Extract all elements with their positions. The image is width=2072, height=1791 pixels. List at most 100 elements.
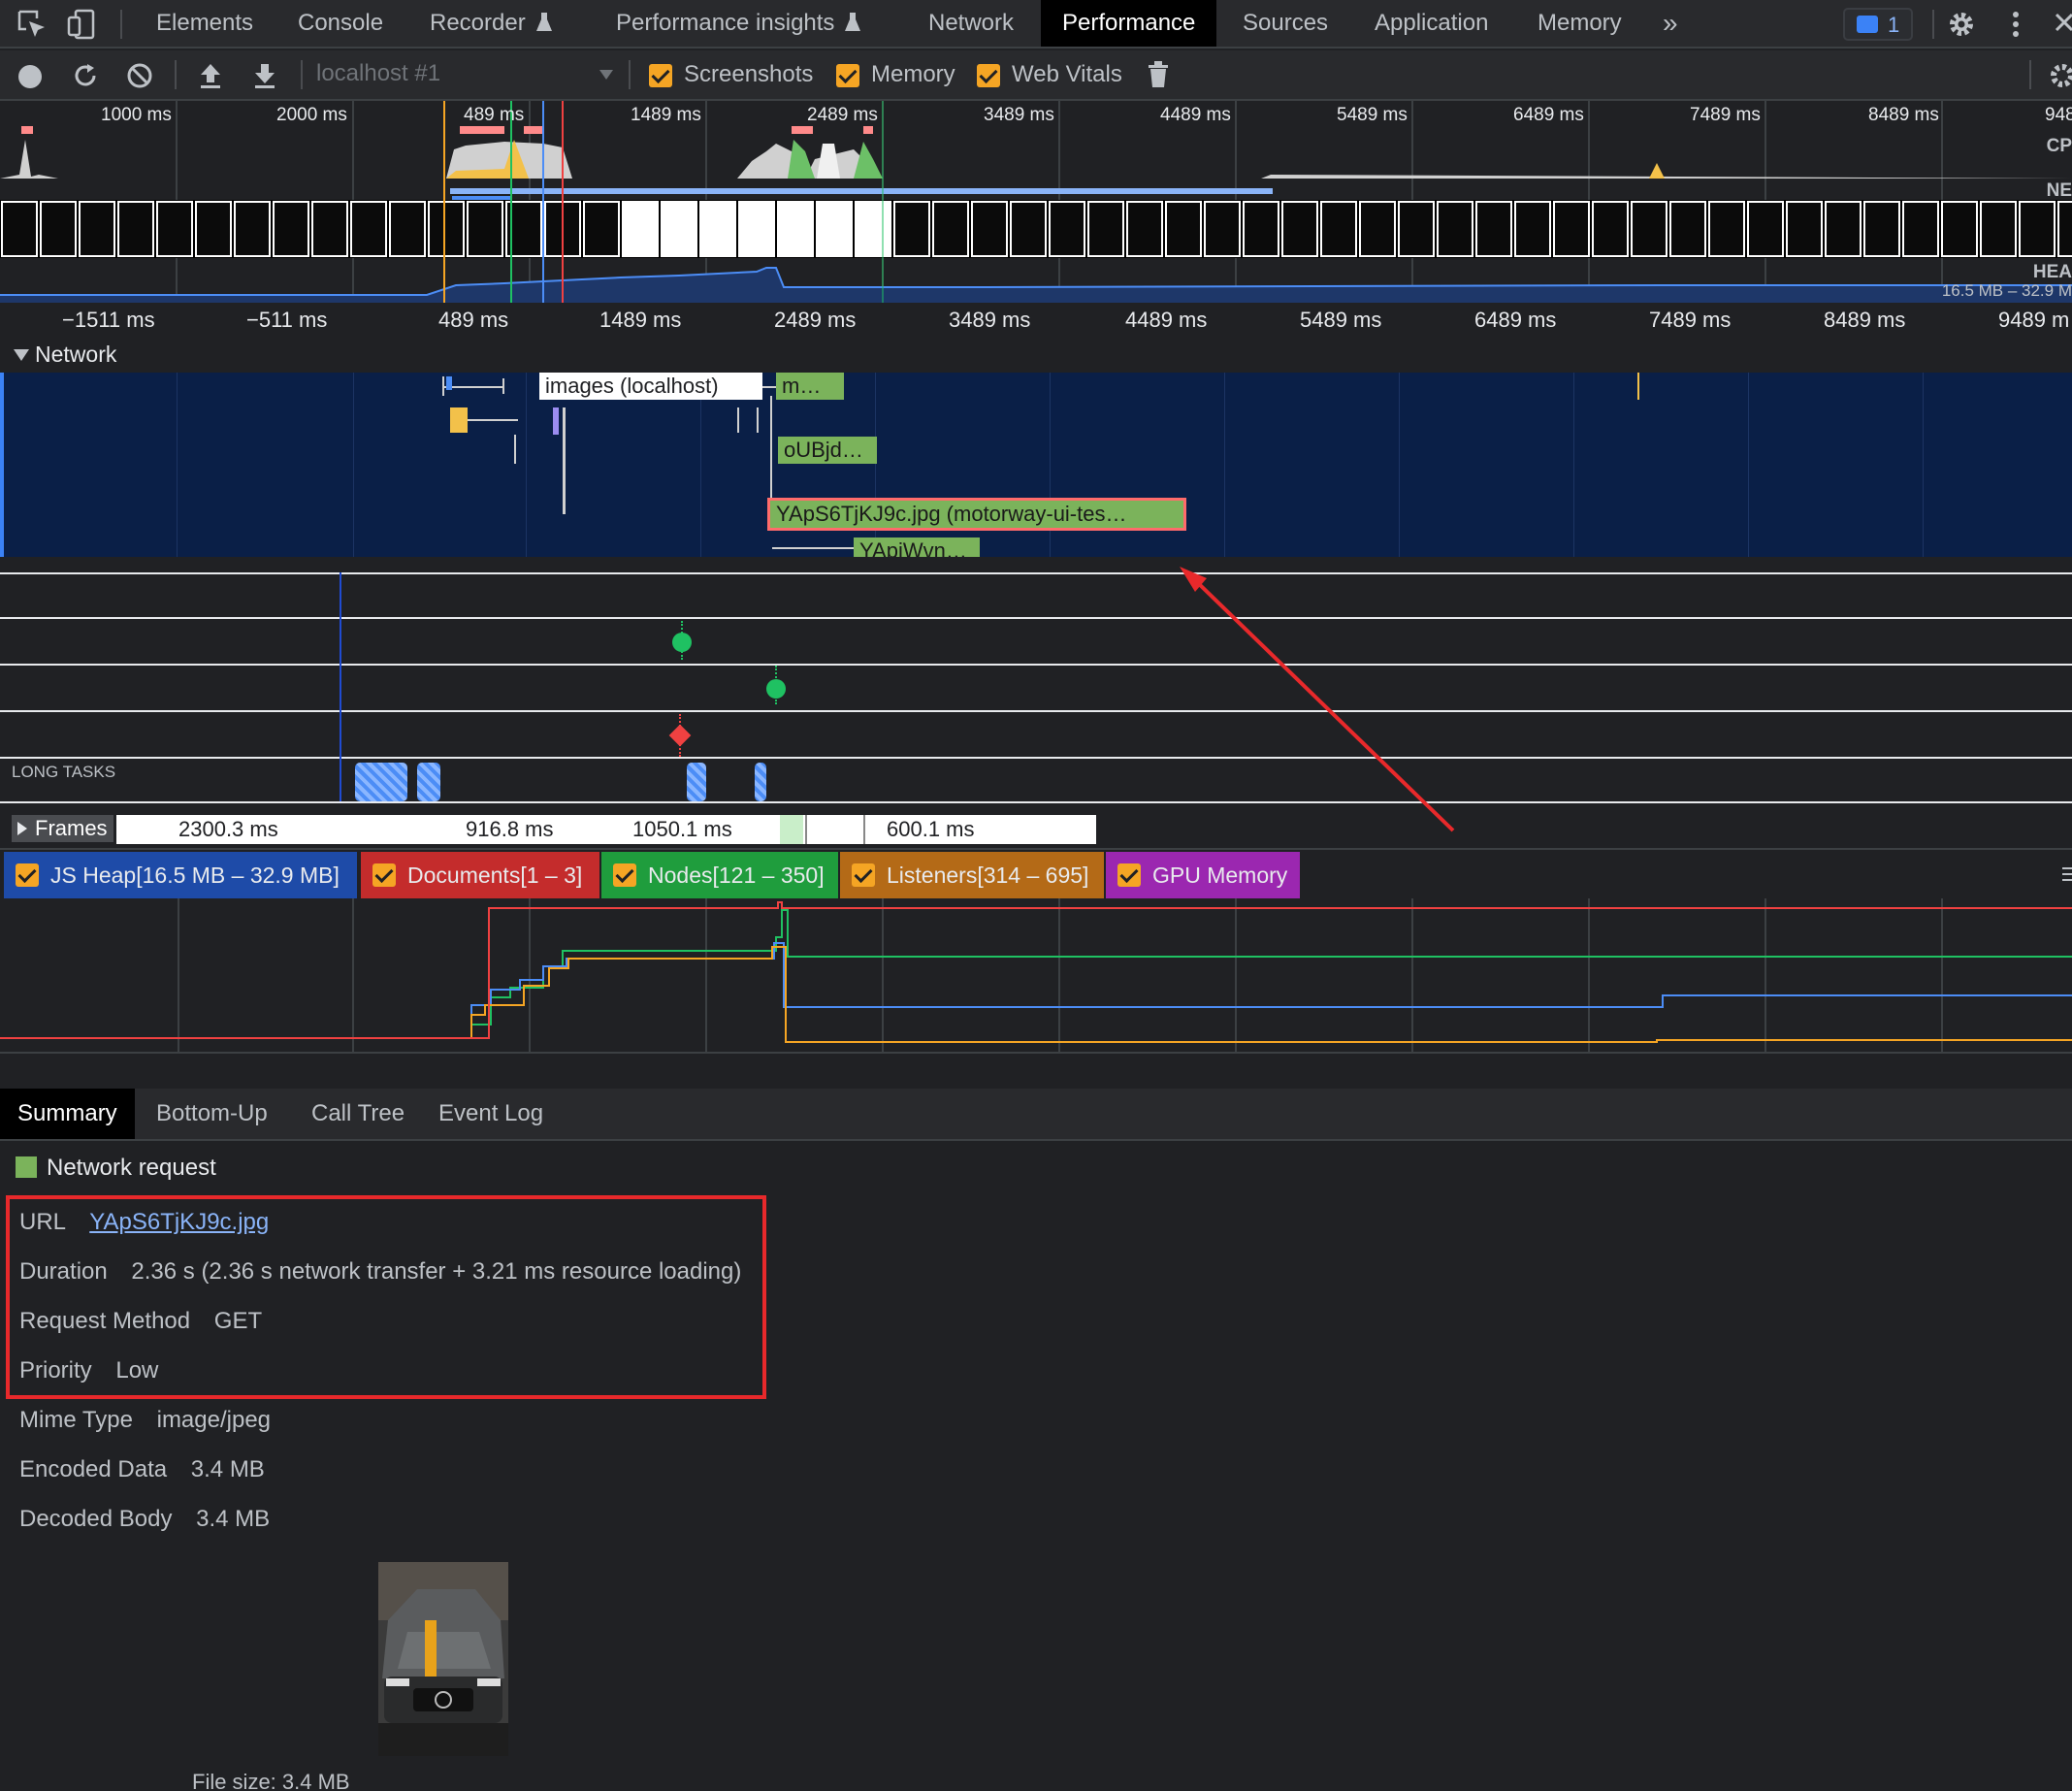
tab-call-tree[interactable]: Call Tree xyxy=(311,1089,405,1139)
inspect-element-icon[interactable] xyxy=(16,8,49,41)
tab-elements[interactable]: Elements xyxy=(156,0,253,47)
screenshot-frame[interactable] xyxy=(1398,201,1435,257)
tab-summary[interactable]: Summary xyxy=(0,1089,135,1139)
screenshot-frame[interactable] xyxy=(1049,201,1085,257)
network-track-header[interactable]: Network xyxy=(0,338,2072,373)
screenshot-frame[interactable] xyxy=(816,201,853,257)
download-icon[interactable] xyxy=(252,62,277,89)
screenshot-frame[interactable] xyxy=(1553,201,1590,257)
screenshot-frame[interactable] xyxy=(1825,201,1862,257)
capture-settings-gear-icon[interactable] xyxy=(2049,62,2072,89)
network-request-bar[interactable]: images (localhost) xyxy=(539,373,762,400)
screenshot-frame[interactable] xyxy=(1863,201,1900,257)
issues-badge[interactable]: 1 xyxy=(1843,8,1913,41)
screenshot-frame[interactable] xyxy=(40,201,77,257)
screenshot-frame[interactable] xyxy=(1087,201,1124,257)
screenshot-frame[interactable] xyxy=(389,201,426,257)
screenshot-frame[interactable] xyxy=(1747,201,1784,257)
tab-sources[interactable]: Sources xyxy=(1243,0,1328,47)
tab-application[interactable]: Application xyxy=(1375,0,1488,47)
long-task-block[interactable] xyxy=(355,763,407,801)
screenshot-frame[interactable] xyxy=(583,201,620,257)
screenshot-frame[interactable] xyxy=(117,201,154,257)
frames-track-toggle[interactable]: Frames xyxy=(12,815,113,842)
screenshot-frame[interactable] xyxy=(855,201,891,257)
js-heap-counter[interactable]: JS Heap[16.5 MB – 32.9 MB] xyxy=(4,852,357,898)
screenshot-frame[interactable] xyxy=(195,201,232,257)
screenshot-frame[interactable] xyxy=(1475,201,1512,257)
screenshot-frame[interactable] xyxy=(1592,201,1629,257)
frame-duration[interactable]: 1050.1 ms xyxy=(632,815,732,844)
screenshot-frame[interactable] xyxy=(350,201,387,257)
target-select[interactable]: localhost #1 xyxy=(316,60,617,91)
screenshot-frame[interactable] xyxy=(661,201,697,257)
network-request-bar[interactable]: YApiWvn… xyxy=(854,537,980,557)
screenshot-frame[interactable] xyxy=(79,201,115,257)
selected-network-request-bar[interactable]: YApS6TjKJ9c.jpg (motorway-ui-tes… xyxy=(767,498,1186,531)
screenshot-frame[interactable] xyxy=(1204,201,1241,257)
reload-record-icon[interactable] xyxy=(72,62,99,89)
close-icon[interactable] xyxy=(2053,11,2072,38)
upload-icon[interactable] xyxy=(198,62,223,89)
screenshot-frame[interactable] xyxy=(1281,201,1318,257)
long-task-block[interactable] xyxy=(417,763,440,801)
tab-bottom-up[interactable]: Bottom-Up xyxy=(156,1089,268,1139)
screenshot-frame[interactable] xyxy=(1,201,38,257)
record-icon[interactable] xyxy=(17,64,43,89)
screenshot-frame[interactable] xyxy=(156,201,193,257)
frame-duration[interactable]: 600.1 ms xyxy=(887,815,975,844)
tab-memory[interactable]: Memory xyxy=(1538,0,1622,47)
tab-performance[interactable]: Performance xyxy=(1041,0,1217,47)
nodes-counter[interactable]: Nodes[121 – 350] xyxy=(601,852,838,898)
screenshot-frame[interactable] xyxy=(2019,201,2056,257)
memory-label[interactable]: Memory xyxy=(871,61,955,88)
network-request-bar[interactable]: oUBjd… xyxy=(778,437,877,464)
screenshot-frame[interactable] xyxy=(1437,201,1473,257)
screenshot-frame[interactable] xyxy=(1669,201,1706,257)
documents-counter[interactable]: Documents[1 – 3] xyxy=(361,852,599,898)
timeline-overview[interactable]: 1000 ms 2000 ms 489 ms 1489 ms 2489 ms 3… xyxy=(0,101,2072,303)
tab-performance-insights[interactable]: Performance insights xyxy=(616,0,834,47)
screenshot-frame[interactable] xyxy=(1243,201,1279,257)
screenshot-frame[interactable] xyxy=(1708,201,1745,257)
long-task-block[interactable] xyxy=(687,763,706,801)
memory-counters-chart[interactable] xyxy=(0,898,2072,1054)
frame-duration[interactable]: 2300.3 ms xyxy=(178,815,278,844)
tab-event-log[interactable]: Event Log xyxy=(438,1089,543,1139)
kebab-menu-icon[interactable] xyxy=(2008,9,2023,40)
clear-icon[interactable] xyxy=(126,62,153,89)
nodes-checkbox[interactable] xyxy=(613,863,636,887)
screenshot-frame[interactable] xyxy=(467,201,503,257)
screenshot-frame[interactable] xyxy=(1320,201,1357,257)
screenshots-label[interactable]: Screenshots xyxy=(684,61,813,88)
screenshot-frame[interactable] xyxy=(2057,201,2072,257)
screenshot-frame[interactable] xyxy=(1514,201,1551,257)
screenshot-frame[interactable] xyxy=(1165,201,1202,257)
screenshots-checkbox[interactable] xyxy=(649,64,672,87)
listeners-counter[interactable]: Listeners[314 – 695] xyxy=(840,852,1104,898)
gpu-memory-counter[interactable]: GPU Memory xyxy=(1106,852,1300,898)
js-heap-checkbox[interactable] xyxy=(16,863,39,887)
screenshot-frame[interactable] xyxy=(932,201,969,257)
hamburger-menu-icon[interactable] xyxy=(2062,865,2072,883)
screenshot-frame[interactable] xyxy=(273,201,309,257)
screenshot-frame[interactable] xyxy=(1980,201,2017,257)
screenshot-frame[interactable] xyxy=(234,201,271,257)
screenshot-frame[interactable] xyxy=(1359,201,1396,257)
screenshot-frame[interactable] xyxy=(1010,201,1047,257)
screenshot-frame[interactable] xyxy=(893,201,930,257)
tab-console[interactable]: Console xyxy=(298,0,383,47)
trash-icon[interactable] xyxy=(1147,60,1170,89)
network-request-bar[interactable]: m… xyxy=(776,373,844,400)
screenshot-frame[interactable] xyxy=(311,201,348,257)
long-task-block[interactable] xyxy=(755,763,766,801)
gpu-memory-checkbox[interactable] xyxy=(1117,863,1141,887)
listeners-checkbox[interactable] xyxy=(852,863,875,887)
screenshot-frame[interactable] xyxy=(1786,201,1823,257)
documents-checkbox[interactable] xyxy=(372,863,396,887)
screenshot-frame[interactable] xyxy=(428,201,465,257)
screenshot-frame[interactable] xyxy=(1941,201,1978,257)
screenshot-frame[interactable] xyxy=(1902,201,1939,257)
screenshot-frame[interactable] xyxy=(699,201,736,257)
device-toolbar-icon[interactable] xyxy=(66,8,99,41)
